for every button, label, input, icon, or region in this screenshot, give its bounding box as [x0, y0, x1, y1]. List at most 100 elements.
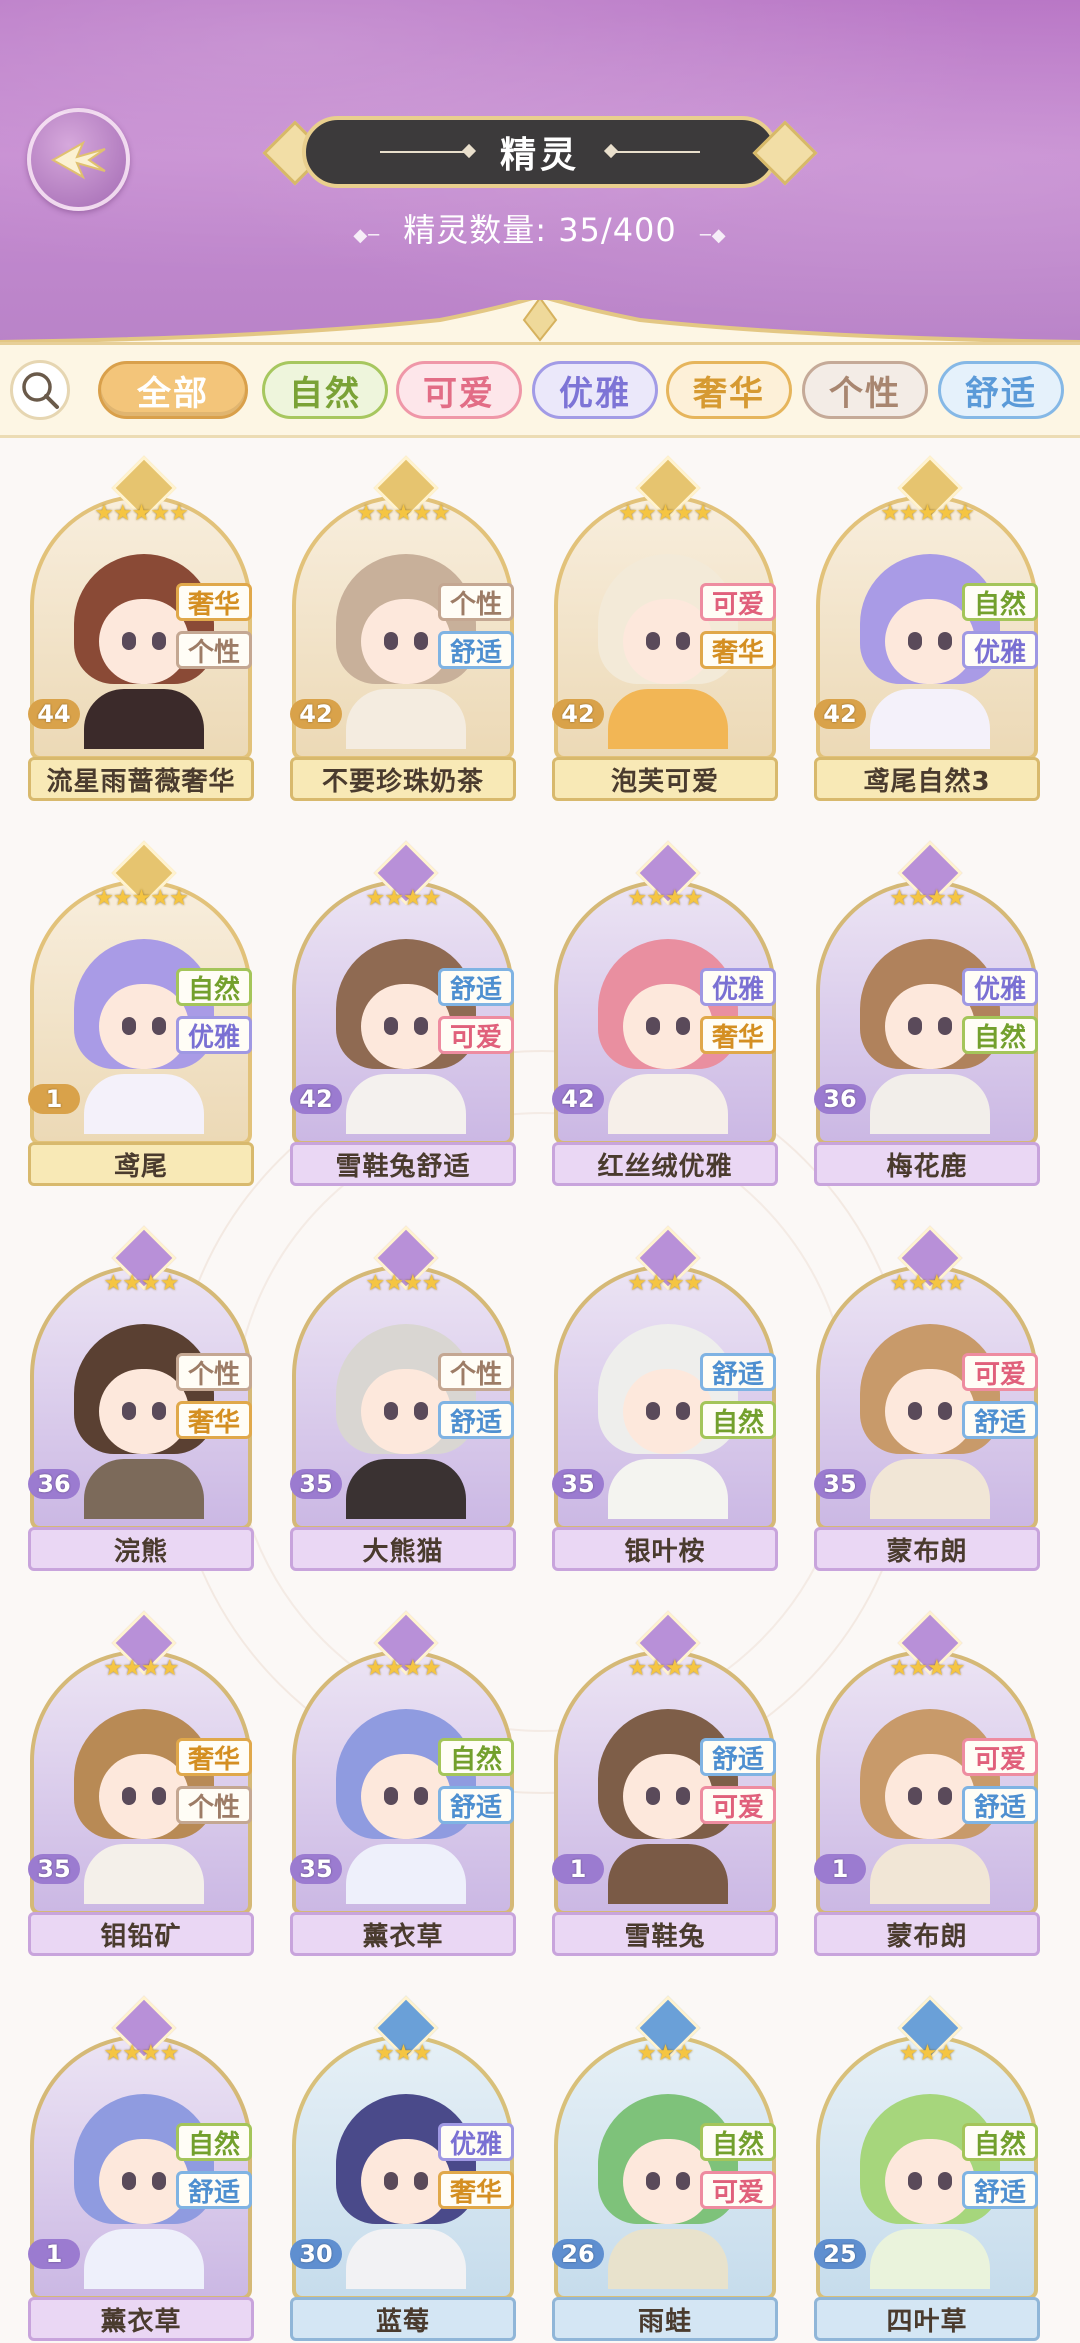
star-rating: ★★★★ [627, 886, 704, 911]
star-rating: ★★★ [374, 2041, 432, 2066]
spirit-card[interactable]: ★★★★★ 自然 优雅 1 鸢尾 [26, 840, 256, 1188]
spirit-card[interactable]: ★★★★ 舒适 自然 35 银叶桉 [550, 1225, 780, 1573]
portrait-eye [414, 1017, 428, 1035]
star-rating: ★★★★ [365, 1271, 442, 1296]
level-value: 26 [552, 2239, 604, 2269]
spirit-tag: 奢华 [438, 2171, 514, 2209]
spirit-card[interactable]: ★★★★ 优雅 奢华 42 红丝绒优雅 [550, 840, 780, 1188]
spirit-card[interactable]: ★★★ 自然 舒适 25 四叶草 [812, 1995, 1042, 2343]
star-rating: ★★★ [636, 2041, 694, 2066]
spirit-name: 薰衣草 [290, 1912, 516, 1956]
level-value: 42 [552, 699, 604, 729]
filter-tab-4[interactable]: 奢华 [666, 361, 792, 419]
portrait-outfit [870, 1074, 990, 1134]
star-rating: ★★★★ [627, 1271, 704, 1296]
spirit-card[interactable]: ★★★★ 个性 舒适 35 大熊猫 [288, 1225, 518, 1573]
spirit-name: 泡芙可爱 [552, 757, 778, 801]
spirit-card[interactable]: ★★★★ 可爱 舒适 1 蒙布朗 [812, 1610, 1042, 1958]
portrait-eye [152, 1787, 166, 1805]
spirit-tag: 可爱 [700, 2171, 776, 2209]
spirit-name: 不要珍珠奶茶 [290, 757, 516, 801]
star-rating: ★★★★ [889, 886, 966, 911]
spirit-name: 雨蛙 [552, 2297, 778, 2341]
portrait-eye [938, 1787, 952, 1805]
spirit-card[interactable]: ★★★★★ 自然 优雅 42 鸢尾自然3 [812, 455, 1042, 803]
portrait-eye [414, 2172, 428, 2190]
portrait-outfit [346, 689, 466, 749]
back-button[interactable] [27, 108, 130, 211]
level-value: 42 [552, 1084, 604, 1114]
star-rating: ★★★★★ [618, 501, 713, 526]
filter-tab-5[interactable]: 个性 [802, 361, 928, 419]
level-indicator: 26 [552, 2227, 604, 2269]
spirit-tag: 舒适 [962, 1401, 1038, 1439]
spirit-tag: 舒适 [700, 1738, 776, 1776]
spirit-card[interactable]: ★★★★★ 奢华 个性 44 流星雨蔷薇奢华 [26, 455, 256, 803]
spirit-name: 四叶草 [814, 2297, 1040, 2341]
spirit-name: 流星雨蔷薇奢华 [28, 757, 254, 801]
level-value: 36 [814, 1084, 866, 1114]
level-indicator: 36 [814, 1072, 866, 1114]
spirit-card[interactable]: ★★★★★ 个性 舒适 42 不要珍珠奶茶 [288, 455, 518, 803]
spirit-card[interactable]: ★★★★ 可爱 舒适 35 蒙布朗 [812, 1225, 1042, 1573]
portrait-eye [152, 1402, 166, 1420]
filter-tab-3[interactable]: 优雅 [532, 361, 658, 419]
filter-tab-label: 可爱 [423, 373, 495, 414]
level-indicator: 42 [290, 687, 342, 729]
portrait-eye [676, 2172, 690, 2190]
spirit-name: 蒙布朗 [814, 1912, 1040, 1956]
level-indicator: 42 [290, 1072, 342, 1114]
spirit-name: 钼铅矿 [28, 1912, 254, 1956]
star-rating: ★★★★ [103, 1271, 180, 1296]
star-rating: ★★★★ [365, 886, 442, 911]
portrait-eye [152, 632, 166, 650]
title-divider-right [610, 151, 700, 153]
search-button[interactable] [10, 360, 70, 420]
spirit-name: 鸢尾 [28, 1142, 254, 1186]
spirit-card[interactable]: ★★★★ 奢华 个性 35 钼铅矿 [26, 1610, 256, 1958]
portrait-eye [938, 1402, 952, 1420]
spirit-name: 蒙布朗 [814, 1527, 1040, 1571]
filter-tab-6[interactable]: 舒适 [938, 361, 1064, 419]
portrait-eye [908, 2172, 922, 2190]
spirit-tag: 优雅 [176, 1016, 252, 1054]
spirit-card[interactable]: ★★★★ 优雅 自然 36 梅花鹿 [812, 840, 1042, 1188]
level-value: 1 [814, 1854, 866, 1884]
star-rating: ★★★★ [103, 1656, 180, 1681]
filter-tab-1[interactable]: 自然 [262, 361, 388, 419]
spirit-card[interactable]: ★★★★★ 可爱 奢华 42 泡芙可爱 [550, 455, 780, 803]
star-rating: ★★★ [898, 2041, 956, 2066]
level-value: 35 [552, 1469, 604, 1499]
spirit-card[interactable]: ★★★★ 舒适 可爱 42 雪鞋兔舒适 [288, 840, 518, 1188]
star-rating: ★★★★★ [94, 501, 189, 526]
filter-tab-label: 舒适 [965, 373, 1037, 414]
portrait-eye [122, 1787, 136, 1805]
spirit-card[interactable]: ★★★★ 舒适 可爱 1 雪鞋兔 [550, 1610, 780, 1958]
spirit-card[interactable]: ★★★ 优雅 奢华 30 蓝莓 [288, 1995, 518, 2343]
spirit-tag: 奢华 [700, 1016, 776, 1054]
portrait-eye [152, 1017, 166, 1035]
filter-tab-2[interactable]: 可爱 [396, 361, 522, 419]
portrait-eye [384, 2172, 398, 2190]
spirit-tag: 可爱 [962, 1738, 1038, 1776]
filter-tab-0[interactable]: 全部 [98, 361, 248, 419]
portrait-outfit [608, 1844, 728, 1904]
spirit-card[interactable]: ★★★ 自然 可爱 26 雨蛙 [550, 1995, 780, 2343]
portrait-eye [384, 632, 398, 650]
level-value: 1 [28, 1084, 80, 1114]
spirit-card[interactable]: ★★★★ 个性 奢华 36 浣熊 [26, 1225, 256, 1573]
spirit-card[interactable]: ★★★★ 自然 舒适 35 薰衣草 [288, 1610, 518, 1958]
portrait-eye [908, 632, 922, 650]
spirit-name: 薰衣草 [28, 2297, 254, 2341]
filter-tab-label: 奢华 [693, 373, 765, 414]
level-indicator: 1 [28, 1072, 80, 1114]
spirit-tag: 自然 [176, 968, 252, 1006]
portrait-outfit [84, 2229, 204, 2289]
spirit-tag: 个性 [438, 1353, 514, 1391]
spirit-card[interactable]: ★★★★ 自然 舒适 1 薰衣草 [26, 1995, 256, 2343]
back-arrow-icon [50, 140, 106, 179]
portrait-outfit [608, 1459, 728, 1519]
level-value: 42 [290, 1084, 342, 1114]
portrait-outfit [870, 1844, 990, 1904]
spirit-name: 雪鞋兔舒适 [290, 1142, 516, 1186]
